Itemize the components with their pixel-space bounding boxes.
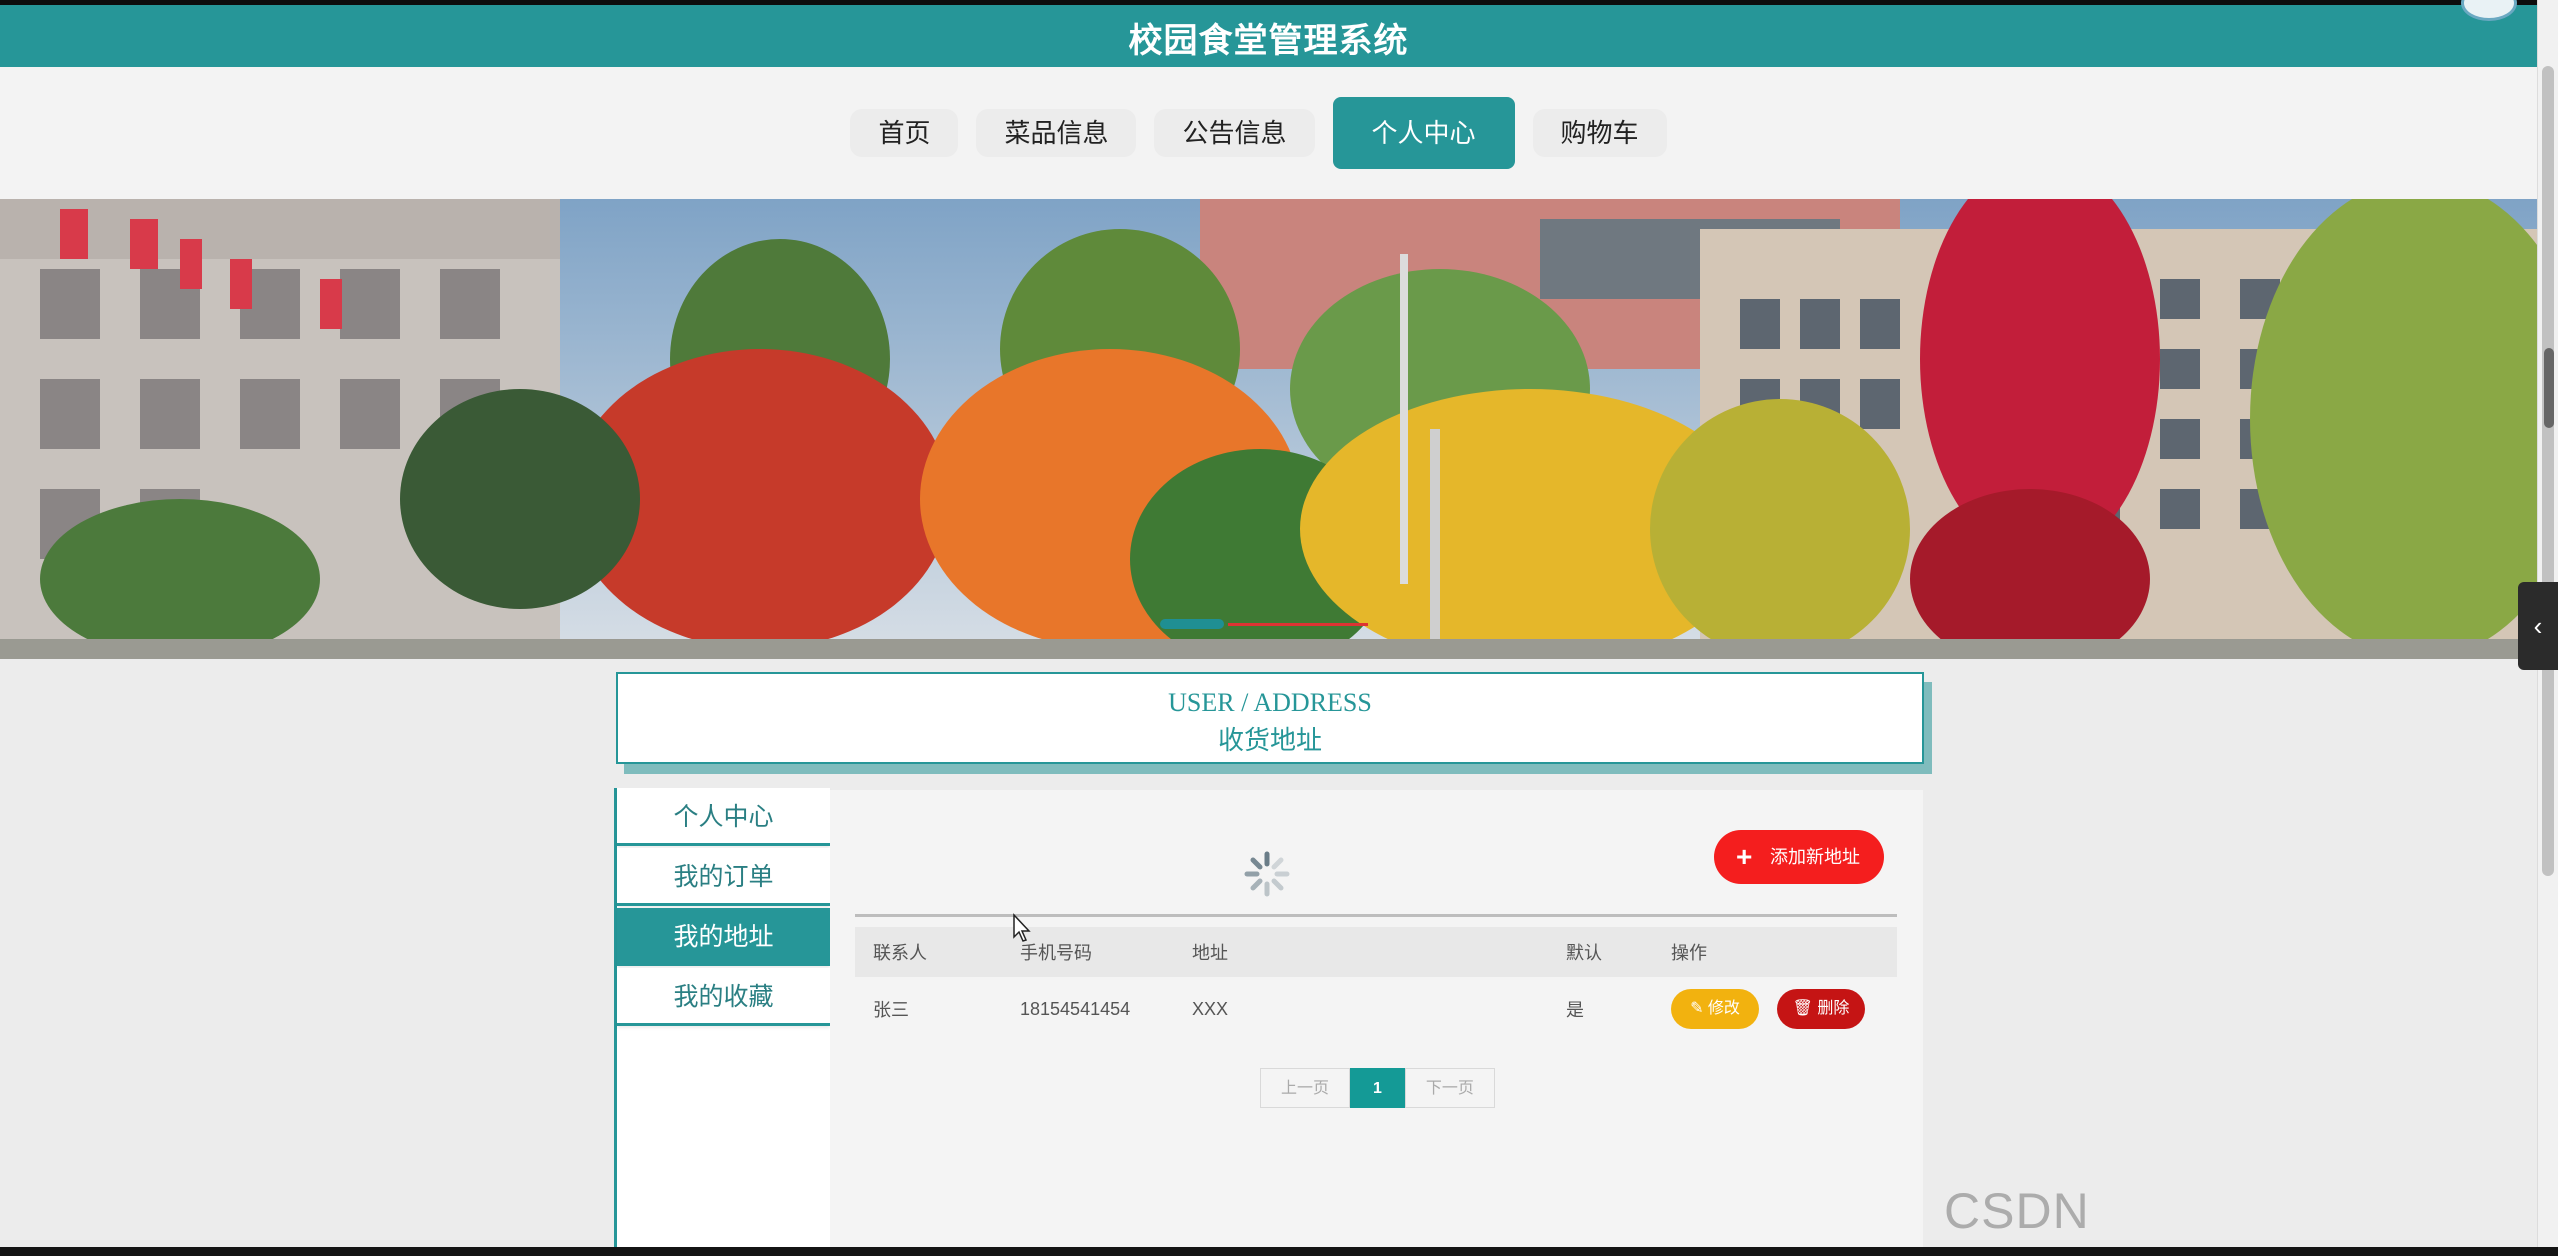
site-title: 校园食堂管理系统: [1128, 22, 1409, 60]
section-title-zh: 收货地址: [1217, 725, 1322, 755]
sidebar-item-my-favorites[interactable]: 我的收藏: [617, 968, 830, 1026]
plus-icon: +: [1736, 841, 1753, 872]
page-1-button[interactable]: 1: [1350, 1068, 1405, 1108]
delete-label: 删除: [1817, 1000, 1850, 1017]
address-panel: + 添加新地址 联系人 手机号码 地址 默认 操作 张三 18154541454…: [830, 790, 1923, 1256]
section-header: USER / ADDRESS 收货地址: [616, 672, 1924, 764]
cell-actions: ✎ 修改 🗑 删除: [1653, 989, 1897, 1029]
section-title-en: USER / ADDRESS: [1168, 688, 1372, 717]
cell-phone: 18154541454: [1020, 998, 1131, 1019]
cell-address: XXX: [1192, 998, 1229, 1019]
nav-item-cart[interactable]: 购物车: [1532, 109, 1667, 157]
add-address-label: 添加新地址: [1770, 847, 1860, 867]
top-bar: 校园食堂管理系统: [0, 0, 2537, 67]
column-header-default: 默认: [1566, 943, 1602, 963]
table-row: 张三 18154541454 XXX 是 ✎ 修改 🗑 删除: [855, 977, 1897, 1041]
bottom-edge: [0, 1247, 2558, 1256]
campus-banner-image: [0, 199, 2537, 659]
trash-icon: 🗑: [1792, 1000, 1813, 1017]
scrollbar-position-indicator: [2544, 348, 2554, 428]
pagination: 上一页 1 下一页: [1260, 1068, 1495, 1108]
add-address-button[interactable]: + 添加新地址: [1714, 830, 1884, 884]
main-nav: 首页 菜品信息 公告信息 个人中心 购物车: [0, 67, 2537, 199]
scrollbar-thumb[interactable]: [2542, 66, 2554, 876]
loading-spinner-icon: [1244, 851, 1290, 897]
user-sidebar: 个人中心 我的订单 我的地址 我的收藏: [614, 788, 830, 1256]
delete-button[interactable]: 🗑 删除: [1777, 989, 1865, 1029]
edit-button[interactable]: ✎ 修改: [1671, 989, 1759, 1029]
nav-item-dishes[interactable]: 菜品信息: [976, 109, 1137, 157]
watermark: CSDN @springboot666666: [1944, 1183, 2411, 1256]
address-table: 联系人 手机号码 地址 默认 操作 张三 18154541454 XXX 是 ✎…: [855, 927, 1897, 1041]
prev-page-button[interactable]: 上一页: [1260, 1068, 1351, 1108]
chevron-left-icon[interactable]: ‹: [2518, 582, 2558, 670]
sidebar-item-my-address[interactable]: 我的地址: [617, 908, 830, 966]
nav-item-home[interactable]: 首页: [850, 109, 959, 157]
column-header-actions: 操作: [1671, 943, 1707, 963]
mouse-cursor-icon: [1013, 913, 1031, 942]
sidebar-item-personal-center[interactable]: 个人中心: [617, 788, 830, 846]
column-header-address: 地址: [1192, 943, 1228, 963]
cell-default: 是: [1566, 1000, 1584, 1020]
column-header-contact: 联系人: [873, 943, 927, 963]
pencil-icon: ✎: [1690, 1000, 1704, 1017]
edit-label: 修改: [1707, 1000, 1740, 1017]
next-page-button[interactable]: 下一页: [1404, 1068, 1495, 1108]
nav-item-personal-center[interactable]: 个人中心: [1332, 97, 1515, 169]
nav-item-notices[interactable]: 公告信息: [1154, 109, 1315, 157]
cell-contact: 张三: [873, 1000, 909, 1020]
sidebar-item-my-orders[interactable]: 我的订单: [617, 848, 830, 906]
